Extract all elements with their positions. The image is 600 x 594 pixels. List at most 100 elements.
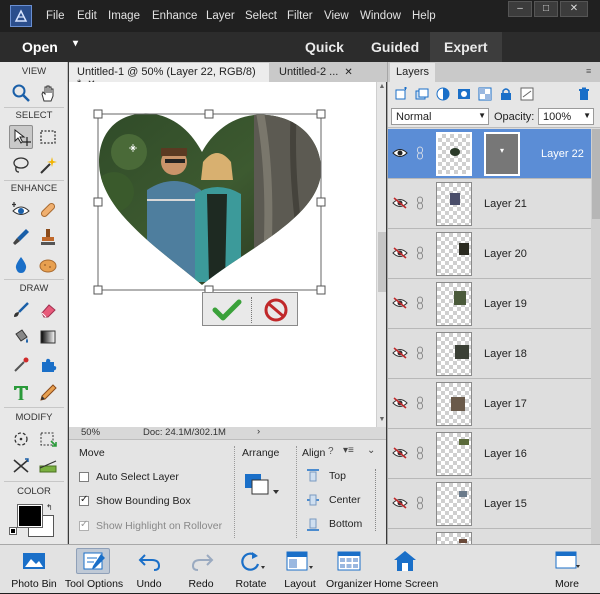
- menu-edit[interactable]: Edit: [77, 10, 97, 22]
- status-menu-arrow[interactable]: ›: [257, 426, 260, 437]
- minimize-button[interactable]: –: [508, 1, 532, 17]
- chevron-down-icon[interactable]: ▾: [73, 38, 78, 49]
- clone-stamp-tool[interactable]: [36, 225, 60, 249]
- eye-hidden-icon[interactable]: [392, 347, 408, 359]
- layer-row-layer-17[interactable]: Layer 17: [388, 379, 591, 429]
- crop-tool[interactable]: [9, 427, 33, 451]
- link-icon[interactable]: [416, 146, 424, 160]
- align-center-icon[interactable]: [306, 493, 320, 507]
- sponge-tool[interactable]: [36, 253, 60, 277]
- menu-image[interactable]: Image: [108, 10, 140, 22]
- scroll-up-icon[interactable]: ▲: [378, 83, 386, 93]
- list-menu-icon[interactable]: ▾≡: [343, 445, 354, 456]
- move-tool[interactable]: [9, 125, 33, 149]
- zoom-level[interactable]: 50%: [81, 427, 100, 438]
- menu-window[interactable]: Window: [360, 10, 401, 22]
- undo-button[interactable]: Undo: [124, 545, 174, 594]
- eraser-tool[interactable]: [36, 298, 60, 322]
- panel-menu-icon[interactable]: ≡: [586, 66, 591, 76]
- blur-tool[interactable]: [9, 253, 33, 277]
- align-top-icon[interactable]: [306, 469, 320, 483]
- magic-wand-tool[interactable]: [36, 153, 60, 177]
- type-tool[interactable]: [9, 381, 33, 405]
- eye-hidden-icon[interactable]: [392, 497, 408, 509]
- layer-row-layer-22[interactable]: ▾ Layer 22: [388, 129, 591, 179]
- layer-row-layer-21[interactable]: Layer 21: [388, 179, 591, 229]
- tab-expert[interactable]: Expert: [430, 32, 502, 62]
- adjustment-layer-icon[interactable]: [436, 87, 450, 101]
- tab-guided[interactable]: Guided: [362, 32, 430, 62]
- cancel-button[interactable]: [259, 297, 293, 323]
- tab-document-untitled-2[interactable]: Untitled-2 ... ✕: [271, 63, 387, 82]
- trash-icon[interactable]: [577, 87, 591, 101]
- chevron-down-icon[interactable]: ▼: [583, 111, 591, 120]
- opacity-input[interactable]: 100% ▼: [538, 108, 594, 125]
- link-icon[interactable]: [416, 396, 424, 410]
- align-top-label[interactable]: Top: [329, 470, 346, 482]
- menu-help[interactable]: Help: [412, 10, 436, 22]
- blend-modes-icon[interactable]: [520, 87, 534, 101]
- gradient-tool[interactable]: [36, 325, 60, 349]
- marquee-tool[interactable]: [36, 125, 60, 149]
- menu-enhance[interactable]: Enhance: [152, 10, 197, 22]
- open-button[interactable]: Open ▾: [0, 32, 88, 62]
- eye-hidden-icon[interactable]: [392, 247, 408, 259]
- swap-colors-icon[interactable]: ↰: [46, 503, 53, 512]
- align-center-label[interactable]: Center: [329, 494, 361, 506]
- link-icon[interactable]: [416, 246, 424, 260]
- align-bottom-icon[interactable]: [306, 517, 320, 531]
- blend-mode-select[interactable]: Normal ▼: [391, 108, 489, 125]
- more-button[interactable]: More: [546, 545, 588, 594]
- default-colors-icon[interactable]: [9, 527, 17, 535]
- tool-options-button[interactable]: Tool Options: [64, 545, 124, 594]
- menu-select[interactable]: Select: [245, 10, 277, 22]
- eye-hidden-icon[interactable]: [392, 397, 408, 409]
- zoom-tool[interactable]: [9, 81, 33, 105]
- new-group-icon[interactable]: [415, 87, 429, 101]
- show-bounding-box-checkbox[interactable]: [79, 494, 89, 506]
- layers-scrollbar[interactable]: [591, 129, 600, 544]
- organizer-button[interactable]: Organizer: [324, 545, 374, 594]
- lasso-tool[interactable]: [9, 153, 33, 177]
- layer-mask-icon[interactable]: [457, 87, 471, 101]
- link-icon[interactable]: [416, 446, 424, 460]
- layer-mask-thumbnail[interactable]: ▾: [484, 132, 520, 176]
- lock-icon[interactable]: [499, 87, 513, 101]
- menu-layer[interactable]: Layer: [206, 10, 235, 22]
- help-icon[interactable]: ?: [328, 446, 334, 457]
- brush-tool[interactable]: [9, 298, 33, 322]
- hand-tool[interactable]: [36, 81, 60, 105]
- eyedropper-tool[interactable]: [9, 353, 33, 377]
- heart-photo-layer[interactable]: [69, 82, 376, 427]
- straighten-tool[interactable]: [36, 454, 60, 478]
- commit-button[interactable]: [209, 297, 245, 323]
- tab-layers[interactable]: Layers: [390, 63, 436, 82]
- new-layer-icon[interactable]: [394, 87, 408, 101]
- layer-row-layer-16[interactable]: Layer 16: [388, 429, 591, 479]
- layer-row-layer-20[interactable]: Layer 20: [388, 229, 591, 279]
- menu-file[interactable]: File: [46, 10, 65, 22]
- lock-transparency-icon[interactable]: [478, 87, 492, 101]
- photo-bin-button[interactable]: Photo Bin: [4, 545, 64, 594]
- link-icon[interactable]: [416, 346, 424, 360]
- spot-healing-tool[interactable]: [36, 198, 60, 222]
- foreground-color-swatch[interactable]: [17, 504, 43, 528]
- document-canvas[interactable]: [69, 82, 376, 427]
- tab-document-untitled-1[interactable]: Untitled-1 @ 50% (Layer 22, RGB/8) *✕: [69, 63, 269, 90]
- scrollbar-thumb[interactable]: [378, 232, 386, 292]
- tab-quick[interactable]: Quick: [292, 32, 354, 62]
- eye-hidden-icon[interactable]: [392, 197, 408, 209]
- link-icon[interactable]: [416, 496, 424, 510]
- scroll-down-icon[interactable]: ▼: [378, 416, 386, 426]
- pencil-tool[interactable]: [36, 381, 60, 405]
- link-icon[interactable]: [416, 196, 424, 210]
- home-screen-button[interactable]: Home Screen: [374, 545, 438, 594]
- close-tab-icon[interactable]: ✕: [344, 67, 352, 78]
- smart-brush-tool[interactable]: [9, 225, 33, 249]
- menu-view[interactable]: View: [324, 10, 349, 22]
- eye-icon[interactable]: [392, 147, 408, 159]
- arrange-button[interactable]: [243, 470, 283, 506]
- layer-row-layer-19[interactable]: Layer 19: [388, 279, 591, 329]
- close-window-button[interactable]: ✕: [560, 1, 588, 17]
- chevron-down-icon[interactable]: ⌄: [367, 445, 375, 456]
